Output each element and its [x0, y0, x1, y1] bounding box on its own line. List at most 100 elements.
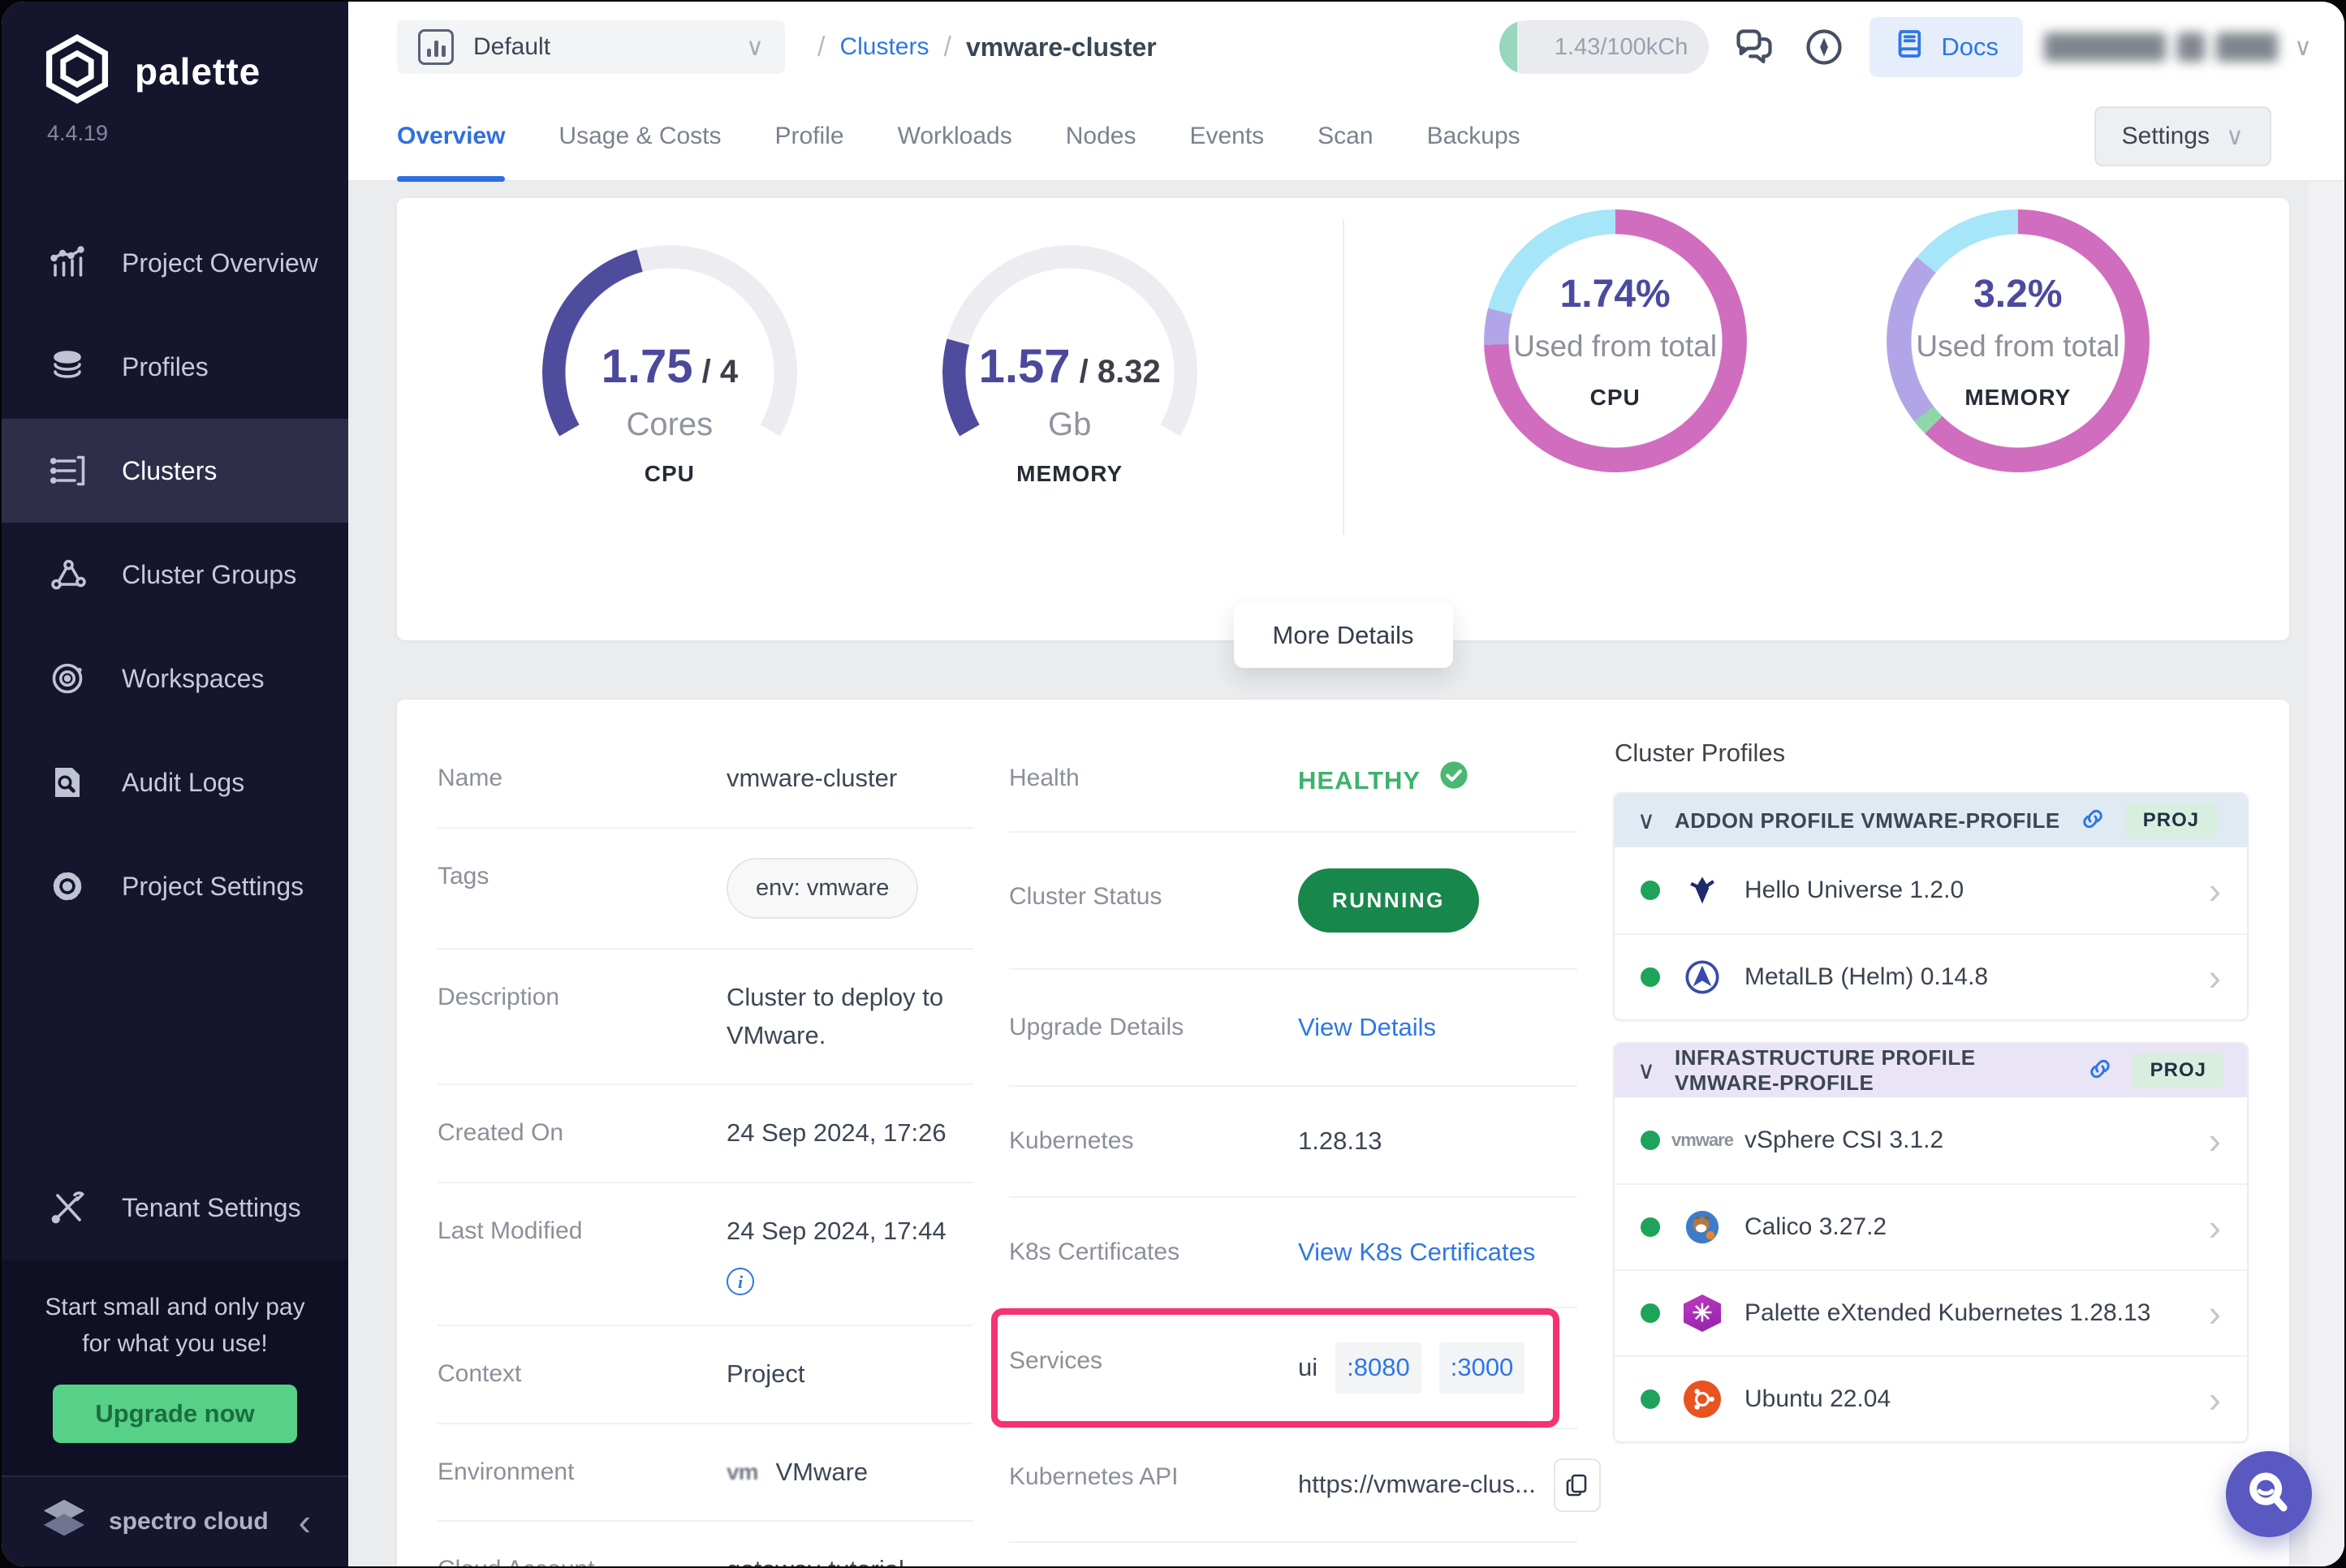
link-icon[interactable]	[2080, 806, 2106, 836]
project-selector[interactable]: Default ∨	[397, 20, 785, 74]
brand-row: palette	[2, 2, 348, 111]
cluster-tabs: Overview Usage & Costs Profile Workloads…	[348, 93, 2344, 182]
sidebar-item-tenant-settings[interactable]: Tenant Settings	[2, 1156, 348, 1260]
profile-item-metallb[interactable]: MetalLB (Helm) 0.14.8 ›	[1615, 933, 2247, 1019]
chevron-down-icon: ∨	[1637, 1057, 1655, 1085]
tab-profile[interactable]: Profile	[775, 93, 844, 180]
kubernetes-api-url: https://vmware-clus...	[1298, 1466, 1536, 1504]
service-port-link-8080[interactable]: :8080	[1335, 1342, 1421, 1394]
sidebar-item-project-settings[interactable]: Project Settings	[2, 834, 348, 938]
cpu-total-value: 4	[720, 354, 738, 390]
status-dot-icon	[1641, 1131, 1660, 1150]
scrollbar-gutter[interactable]	[2309, 182, 2344, 1566]
chevron-right-icon: ›	[2209, 872, 2221, 909]
tab-label: Usage & Costs	[558, 123, 721, 150]
sidebar-item-profiles[interactable]: Profiles	[2, 315, 348, 419]
sidebar-item-workspaces[interactable]: Workspaces	[2, 627, 348, 730]
gear-icon	[47, 866, 88, 907]
tab-workloads[interactable]: Workloads	[898, 93, 1012, 180]
book-icon	[1894, 28, 1926, 67]
hello-universe-icon	[1683, 871, 1722, 910]
detail-label: Tags	[438, 858, 727, 890]
upgrade-now-button[interactable]: Upgrade now	[53, 1385, 296, 1443]
more-details-button[interactable]: More Details	[1234, 603, 1453, 668]
profile-item-name: Hello Universe 1.2.0	[1744, 877, 2186, 904]
upgrade-promo: Start small and only pay for what you us…	[2, 1260, 348, 1475]
tab-overview[interactable]: Overview	[397, 93, 505, 180]
search-fab-button[interactable]	[2226, 1451, 2312, 1537]
sidebar-item-label: Project Settings	[122, 872, 304, 902]
addon-profile-group: ∨ ADDON PROFILE VMWARE-PROFILE PROJ Hell…	[1613, 792, 2249, 1021]
tab-label: Events	[1189, 123, 1264, 150]
detail-label: Cluster Status	[1009, 868, 1298, 911]
detail-label: Name	[438, 760, 727, 792]
detail-value: vmware-cluster	[727, 760, 973, 798]
profile-header-label: ADDON PROFILE VMWARE-PROFILE	[1675, 808, 2060, 834]
sidebar-item-project-overview[interactable]: Project Overview	[2, 211, 348, 315]
service-port-link-3000[interactable]: :3000	[1439, 1342, 1525, 1394]
sidebar-item-cluster-groups[interactable]: Cluster Groups	[2, 523, 348, 627]
detail-row-cluster-status: Cluster Status RUNNING	[1009, 833, 1577, 970]
settings-button[interactable]: Settings ∨	[2094, 106, 2271, 166]
tab-usage-costs[interactable]: Usage & Costs	[558, 93, 721, 180]
link-icon[interactable]	[2087, 1056, 2113, 1086]
detail-row-name: Name vmware-cluster	[438, 730, 973, 829]
breadcrumb-clusters-link[interactable]: Clusters	[839, 33, 929, 61]
copy-icon[interactable]	[1554, 1458, 1601, 1512]
breadcrumb-current: vmware-cluster	[966, 32, 1157, 62]
check-circle-icon	[1438, 760, 1469, 802]
tab-scan[interactable]: Scan	[1317, 93, 1373, 180]
profile-item-calico[interactable]: Calico 3.27.2 ›	[1615, 1183, 2247, 1269]
detail-label: Upgrade Details	[1009, 1009, 1298, 1041]
detail-label: Kubernetes API	[1009, 1458, 1298, 1491]
profile-item-vsphere-csi[interactable]: vmware vSphere CSI 3.1.2 ›	[1615, 1097, 2247, 1183]
layers-icon	[47, 347, 88, 387]
chevron-down-icon: ∨	[746, 33, 764, 62]
cpu-donut: 1.74% Used from total CPU	[1484, 209, 1747, 640]
ubuntu-icon	[1683, 1380, 1722, 1419]
tab-events[interactable]: Events	[1189, 93, 1264, 180]
compass-icon[interactable]	[1800, 23, 1848, 71]
sidebar-item-audit-logs[interactable]: Audit Logs	[2, 730, 348, 834]
tab-backups[interactable]: Backups	[1427, 93, 1520, 180]
status-dot-icon	[1641, 881, 1660, 900]
profile-item-hello-universe[interactable]: Hello Universe 1.2.0 ›	[1615, 847, 2247, 933]
profile-item-palette-extended-kubernetes[interactable]: ✳ Palette eXtended Kubernetes 1.28.13 ›	[1615, 1269, 2247, 1355]
collapse-sidebar-icon[interactable]: ‹	[299, 1503, 311, 1540]
details-column-middle: Health HEALTHY Cluster Status RUNNING Up…	[1009, 730, 1577, 1566]
user-menu[interactable]: ∨	[2044, 32, 2312, 62]
tab-label: Workloads	[898, 123, 1012, 150]
status-dot-icon	[1641, 1303, 1660, 1323]
cpu-donut-caption: Used from total	[1513, 330, 1717, 364]
nodes-icon	[47, 554, 88, 595]
addon-profile-header[interactable]: ∨ ADDON PROFILE VMWARE-PROFILE PROJ	[1615, 794, 2247, 847]
tag-chip: env: vmware	[727, 858, 918, 920]
settings-label: Settings	[2122, 123, 2210, 150]
sidebar-item-label: Cluster Groups	[122, 560, 296, 590]
status-dot-icon	[1641, 1389, 1660, 1409]
sidebar-item-clusters[interactable]: Clusters	[2, 419, 348, 523]
sidebar-item-label: Workspaces	[122, 664, 264, 694]
tab-nodes[interactable]: Nodes	[1066, 93, 1136, 180]
profile-item-name: Palette eXtended Kubernetes 1.28.13	[1744, 1299, 2186, 1327]
tab-label: Overview	[397, 123, 505, 150]
chevron-down-icon: ∨	[1637, 807, 1655, 835]
kubernetes-version: 1.28.13	[1298, 1122, 1577, 1161]
profile-item-name: Calico 3.27.2	[1744, 1213, 2186, 1241]
detail-row-admin-kubeconfig: Admin Kubeconfig Filei admin.vmware-clus…	[1009, 1543, 1577, 1567]
vmware-logo-icon: vm	[727, 1455, 757, 1489]
detail-label: Kubernetes	[1009, 1122, 1298, 1155]
infrastructure-profile-header[interactable]: ∨ INFRASTRUCTURE PROFILE VMWARE-PROFILE …	[1615, 1044, 2247, 1097]
sidebar-nav: Project Overview Profiles Clusters Clust…	[2, 211, 348, 938]
breadcrumb-separator: /	[943, 32, 951, 63]
user-name-redacted	[2044, 32, 2278, 62]
docs-button[interactable]: Docs	[1869, 17, 2023, 77]
promo-text-line2: for what you use!	[31, 1325, 319, 1362]
chevron-right-icon: ›	[2209, 1381, 2221, 1418]
profile-item-ubuntu[interactable]: Ubuntu 22.04 ›	[1615, 1355, 2247, 1441]
detail-label: Environment	[438, 1454, 727, 1486]
chat-icon[interactable]	[1730, 23, 1779, 71]
view-details-link[interactable]: View Details	[1298, 1009, 1436, 1047]
info-icon[interactable]: i	[727, 1268, 754, 1295]
view-k8s-certificates-link[interactable]: View K8s Certificates	[1298, 1234, 1535, 1272]
